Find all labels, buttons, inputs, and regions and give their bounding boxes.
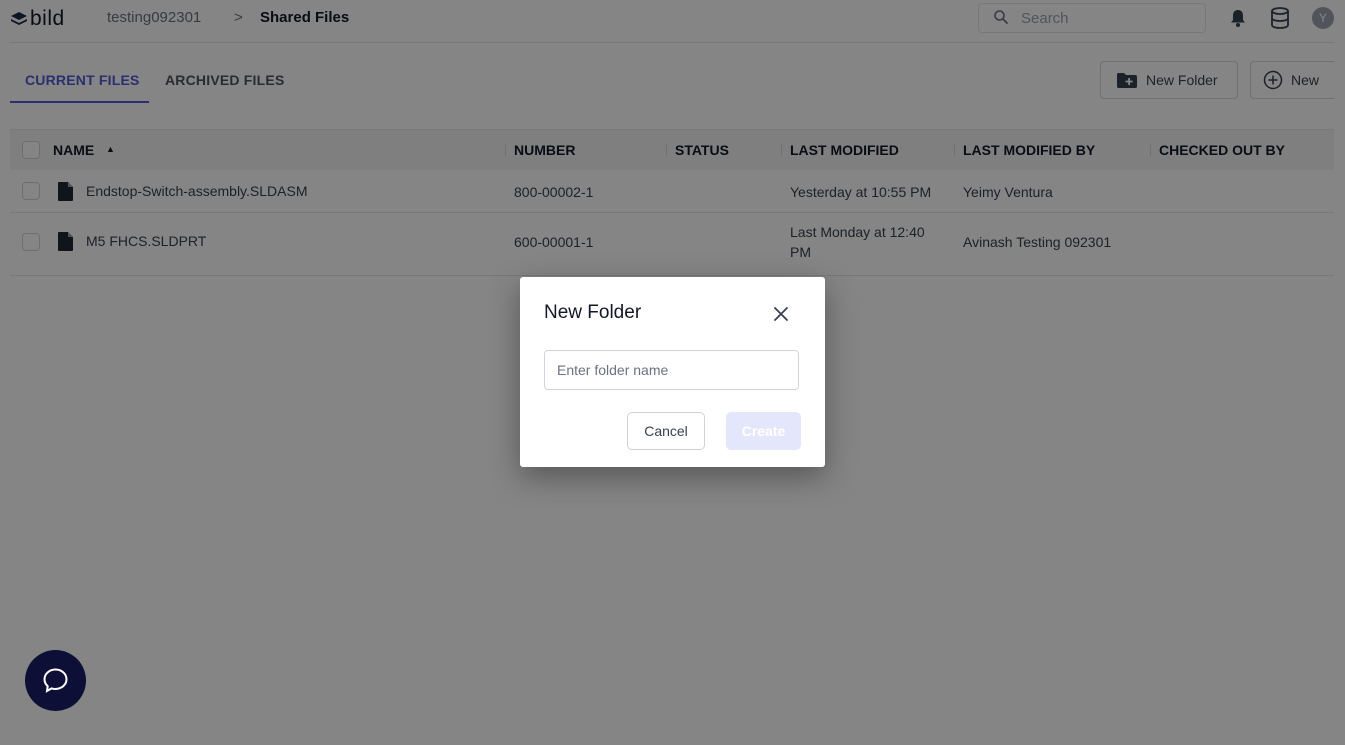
close-icon[interactable] <box>771 304 791 324</box>
folder-name-input[interactable] <box>544 350 799 390</box>
chat-support-button[interactable] <box>25 650 86 711</box>
cancel-button[interactable]: Cancel <box>627 412 705 450</box>
create-button[interactable]: Create <box>726 412 801 450</box>
new-folder-dialog: New Folder Cancel Create <box>520 277 825 467</box>
chat-bubble-icon <box>43 668 68 693</box>
dialog-title: New Folder <box>544 302 642 323</box>
